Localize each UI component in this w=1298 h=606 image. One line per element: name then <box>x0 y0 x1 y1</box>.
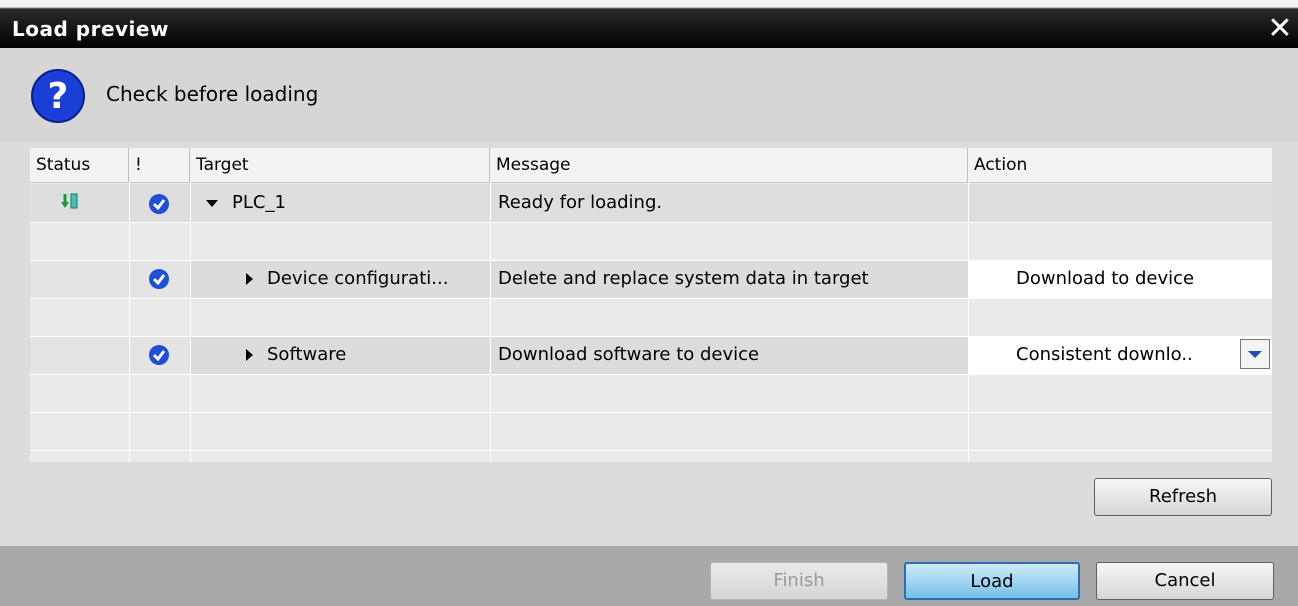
header-text: Check before loading <box>106 82 319 106</box>
check-icon <box>149 269 169 289</box>
question-icon: ? <box>31 69 85 123</box>
refresh-button[interactable]: Refresh <box>1094 478 1272 516</box>
expand-down-icon[interactable] <box>206 199 218 207</box>
column-divider <box>968 182 969 462</box>
target-label: PLC_1 <box>232 192 286 213</box>
chevron-down-icon <box>1248 351 1262 358</box>
close-icon[interactable]: ✕ <box>1262 12 1298 48</box>
tree-node-device-configuration[interactable]: Device configurati... <box>238 260 490 298</box>
expand-right-icon[interactable] <box>246 349 253 361</box>
check-icon <box>149 194 169 214</box>
title-bar: Load preview ✕ <box>0 0 1298 48</box>
action-select-value[interactable]: Consistent downlo.. <box>968 336 1238 374</box>
cancel-button[interactable]: Cancel <box>1096 562 1274 600</box>
row-divider <box>30 412 1272 413</box>
action-text[interactable]: Download to device <box>968 260 1272 298</box>
column-header-message[interactable]: Message <box>490 148 968 182</box>
load-preview-dialog: Load preview ✕ ? Check before loading St… <box>0 0 1298 606</box>
column-header-target[interactable]: Target <box>190 148 490 182</box>
column-divider <box>490 182 491 462</box>
column-header-action[interactable]: Action <box>968 148 1272 182</box>
load-button[interactable]: Load <box>904 562 1080 600</box>
column-header-status[interactable]: Status <box>30 148 129 182</box>
table-header: Status ! Target Message Action <box>30 148 1272 183</box>
finish-button[interactable]: Finish <box>710 562 888 600</box>
svg-text:?: ? <box>48 76 69 117</box>
row-divider <box>30 450 1272 451</box>
target-label: Software <box>267 344 347 365</box>
row-divider <box>30 222 1272 223</box>
column-header-flag[interactable]: ! <box>129 148 190 182</box>
dialog-title: Load preview <box>12 17 169 41</box>
message-text: Download software to device <box>498 344 760 365</box>
download-status-icon <box>61 193 78 209</box>
row-divider <box>30 298 1272 299</box>
tree-node-plc[interactable]: PLC_1 <box>198 184 488 222</box>
expand-right-icon[interactable] <box>246 273 253 285</box>
check-icon <box>149 345 169 365</box>
tree-node-software[interactable]: Software <box>238 336 490 374</box>
row-divider <box>30 374 1272 375</box>
target-label: Device configurati... <box>267 268 449 289</box>
action-dropdown-button[interactable] <box>1240 339 1270 369</box>
message-text: Delete and replace system data in target <box>498 268 869 289</box>
message-text: Ready for loading. <box>498 192 663 213</box>
column-divider <box>129 182 130 462</box>
column-divider <box>190 182 191 462</box>
